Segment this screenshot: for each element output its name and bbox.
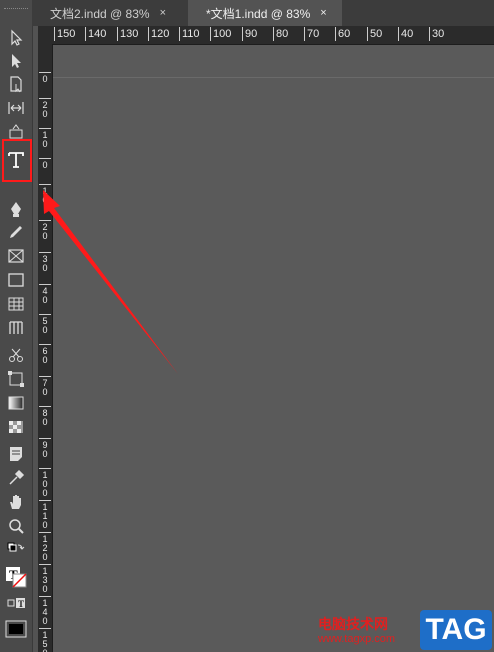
ruler-tick-label: 1 4 0 — [39, 596, 51, 626]
direct-selection-tool-icon[interactable] — [4, 51, 28, 71]
watermark-logo: TAG — [420, 610, 492, 650]
ruler-tick-label: 30 — [429, 27, 444, 41]
ruler-tick-label: 1 0 — [39, 128, 51, 149]
ruler-tick-label: 60 — [335, 27, 350, 41]
fill-stroke-icon[interactable]: T — [4, 564, 28, 590]
type-tool-highlight — [2, 139, 32, 182]
tab-document2[interactable]: 文档2.indd @ 83% × — [32, 0, 182, 26]
ruler-tick-label: 9 0 — [39, 438, 51, 459]
zoom-tool-icon[interactable] — [4, 516, 28, 536]
ruler-tick-label: 110 — [179, 27, 200, 41]
note-tool-icon[interactable] — [4, 444, 28, 464]
gap-tool-icon[interactable] — [4, 98, 28, 118]
ruler-tick-label: 1 1 0 — [39, 500, 51, 530]
gradient-feather-tool-icon[interactable] — [4, 417, 28, 437]
formatting-affects-text-icon[interactable]: T — [4, 594, 28, 614]
horizontal-ruler[interactable]: 150 140 130 120 110 100 90 80 70 60 50 4… — [38, 26, 494, 45]
ruler-tick-label: 1 0 0 — [39, 468, 51, 498]
ruler-tick-label: 120 — [148, 27, 169, 41]
rectangle-tool-icon[interactable] — [4, 270, 28, 290]
content-collector-icon[interactable] — [4, 121, 28, 141]
ruler-tick-label: 70 — [304, 27, 319, 41]
ruler-tick-label: 6 0 — [39, 344, 51, 365]
screen-mode-icon[interactable] — [4, 618, 28, 640]
ruler-tick-label: 100 — [210, 27, 231, 41]
ruler-tick-label: 90 — [242, 27, 257, 41]
rectangle-frame-tool-icon[interactable] — [4, 246, 28, 266]
eyedropper-tool-icon[interactable] — [4, 468, 28, 488]
ruler-tick-label: 5 0 — [39, 314, 51, 335]
ruler-tick-label: 7 0 — [39, 376, 51, 397]
panel-grip[interactable] — [4, 8, 28, 12]
ruler-tick-label: 1 2 0 — [39, 532, 51, 562]
watermark-url: www.tagxp.com — [318, 633, 396, 645]
ruler-tick-label: 4 0 — [39, 284, 51, 305]
pen-tool-icon[interactable] — [4, 199, 28, 219]
vertical-ruler[interactable]: 0 2 0 1 0 0 1 0 2 0 3 0 4 0 5 0 6 0 7 0 … — [38, 44, 53, 652]
ruler-tick-label: 80 — [273, 27, 288, 41]
ruler-tick-label: 2 0 — [39, 220, 51, 241]
pencil-tool-icon[interactable] — [4, 222, 28, 242]
hand-tool-icon[interactable] — [4, 492, 28, 512]
ruler-tick-label: 0 — [39, 158, 51, 170]
ruler-tick-label: 8 0 — [39, 406, 51, 427]
ruler-tick-label: 2 0 — [39, 98, 51, 119]
close-icon[interactable]: × — [160, 7, 166, 19]
ruler-tick-label: 1 3 0 — [39, 564, 51, 594]
ruler-tick-label: 130 — [117, 27, 138, 41]
gradient-swatch-tool-icon[interactable] — [4, 393, 28, 413]
swap-colors-icon[interactable] — [4, 540, 28, 560]
close-icon[interactable]: × — [320, 7, 326, 19]
tab-label: 文档2.indd @ 83% — [50, 6, 150, 21]
document-tab-bar: 文档2.indd @ 83% × *文档1.indd @ 83% × — [32, 0, 494, 26]
watermark-title: 电脑技术网 — [318, 616, 388, 632]
grid-icon[interactable] — [4, 318, 28, 338]
tools-panel: T T — [0, 0, 33, 652]
selection-tool-icon[interactable] — [4, 28, 28, 48]
watermark: 电脑技术网 www.tagxp.com TAG — [316, 610, 492, 650]
svg-text:T: T — [18, 599, 24, 609]
table-icon[interactable] — [4, 294, 28, 314]
ruler-tick-label: 3 0 — [39, 252, 51, 273]
ruler-tick-label: 40 — [398, 27, 413, 41]
page-tool-icon[interactable] — [4, 74, 28, 94]
scissors-tool-icon[interactable] — [4, 345, 28, 365]
ruler-tick-label: 1 5 0 — [39, 628, 51, 652]
ruler-tick-label: 1 0 — [39, 184, 51, 205]
tab-document1[interactable]: *文档1.indd @ 83% × — [188, 0, 342, 26]
ruler-tick-label: 150 — [54, 27, 75, 41]
ruler-tick-label: 0 — [39, 72, 51, 84]
free-transform-tool-icon[interactable] — [4, 369, 28, 389]
ruler-tick-label: 140 — [85, 27, 106, 41]
ruler-tick-label: 50 — [367, 27, 382, 41]
document-canvas[interactable] — [53, 45, 494, 652]
tab-label: *文档1.indd @ 83% — [206, 6, 311, 21]
page-edge — [53, 77, 494, 78]
